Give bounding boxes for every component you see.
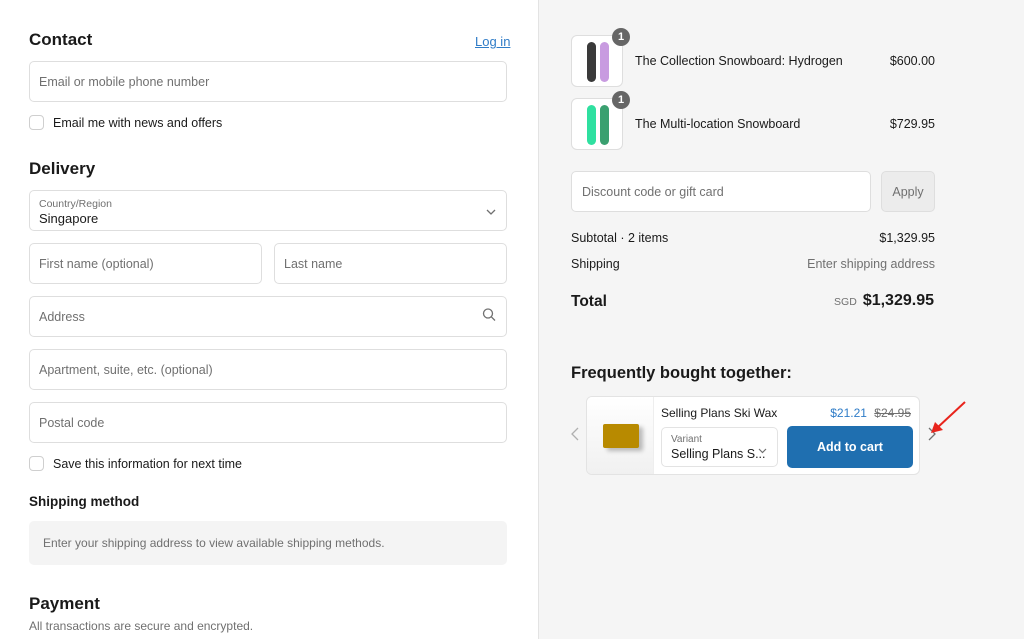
payment-subtitle: All transactions are secure and encrypte… <box>29 619 254 633</box>
apartment-field[interactable]: Apartment, suite, etc. (optional) <box>29 349 507 390</box>
postal-code-placeholder: Postal code <box>39 415 105 430</box>
first-name-field[interactable]: First name (optional) <box>29 243 262 284</box>
ski-wax-image <box>603 424 639 448</box>
sale-price: $21.21 <box>830 406 867 420</box>
email-field[interactable]: Email or mobile phone number <box>29 61 507 102</box>
shipping-method-heading: Shipping method <box>29 494 140 509</box>
product-thumbnail: 1 <box>571 28 630 87</box>
country-select[interactable]: Country/Region Singapore <box>29 190 507 231</box>
newsletter-checkbox[interactable] <box>29 115 44 130</box>
line-item: 1 The Multi-location Snowboard $729.95 <box>571 91 935 150</box>
subtotal-label: Subtotal · 2 items <box>571 231 669 245</box>
upsell-product-name: Selling Plans Ski Wax <box>661 406 778 420</box>
country-label: Country/Region <box>39 198 112 210</box>
line-item-name: The Collection Snowboard: Hydrogen <box>635 54 843 68</box>
subtotal-value: $1,329.95 <box>879 231 935 245</box>
snowboard-image-mint <box>587 105 596 145</box>
product-thumbnail: 1 <box>571 91 630 150</box>
quantity-badge: 1 <box>612 91 630 109</box>
apply-discount-button[interactable]: Apply <box>881 171 935 212</box>
line-item-price: $729.95 <box>889 117 935 131</box>
shipping-label: Shipping <box>571 257 620 271</box>
chevron-down-icon <box>486 202 496 220</box>
postal-code-field[interactable]: Postal code <box>29 402 507 443</box>
save-info-checkbox-row[interactable]: Save this information for next time <box>29 456 242 471</box>
upsell-product-card: Selling Plans Ski Wax $21.21 $24.95 Vari… <box>586 396 920 475</box>
line-item: 1 The Collection Snowboard: Hydrogen $60… <box>571 28 935 87</box>
carousel-prev-arrow[interactable] <box>571 427 579 446</box>
discount-code-input[interactable]: Discount code or gift card <box>571 171 871 212</box>
last-name-placeholder: Last name <box>284 256 343 271</box>
total-value: $1,329.95 <box>862 292 934 309</box>
login-link[interactable]: Log in <box>475 34 510 49</box>
search-icon <box>482 307 496 326</box>
order-summary-panel: 1 The Collection Snowboard: Hydrogen $60… <box>538 0 1024 639</box>
total-amount: SGD $1,329.95 <box>834 292 934 310</box>
payment-heading: Payment <box>29 594 100 613</box>
snowboard-image-purple <box>600 42 609 82</box>
contact-heading: Contact <box>29 30 93 49</box>
newsletter-checkbox-row[interactable]: Email me with news and offers <box>29 115 222 130</box>
first-name-placeholder: First name (optional) <box>39 256 154 271</box>
line-item-price: $600.00 <box>889 54 935 68</box>
subtotal-row: Subtotal · 2 items $1,329.95 <box>571 231 935 245</box>
save-info-checkbox[interactable] <box>29 456 44 471</box>
original-price: $24.95 <box>874 406 911 420</box>
variant-value: Selling Plans S... <box>671 447 766 461</box>
variant-label: Variant <box>671 434 702 445</box>
product-thumbnail <box>587 397 654 474</box>
address-placeholder: Address <box>39 309 85 324</box>
last-name-field[interactable]: Last name <box>274 243 507 284</box>
frequently-bought-heading: Frequently bought together: <box>571 364 792 382</box>
newsletter-label: Email me with news and offers <box>53 115 223 130</box>
discount-placeholder: Discount code or gift card <box>582 184 724 199</box>
country-value: Singapore <box>39 211 99 226</box>
upsell-price: $21.21 $24.95 <box>830 406 911 420</box>
quantity-badge: 1 <box>612 28 630 46</box>
line-item-name: The Multi-location Snowboard <box>635 117 801 131</box>
variant-select[interactable]: Variant Selling Plans S... <box>661 427 778 467</box>
snowboard-image-green <box>600 105 609 145</box>
total-label: Total <box>571 293 607 310</box>
snowboard-image-black <box>587 42 596 82</box>
email-placeholder: Email or mobile phone number <box>39 74 210 89</box>
shipping-method-notice: Enter your shipping address to view avai… <box>29 521 507 565</box>
shipping-row: Shipping Enter shipping address <box>571 257 935 271</box>
apartment-placeholder: Apartment, suite, etc. (optional) <box>39 362 213 377</box>
delivery-heading: Delivery <box>29 159 96 178</box>
checkout-form-panel: Contact Log in Email or mobile phone num… <box>0 0 538 639</box>
save-info-label: Save this information for next time <box>53 456 242 471</box>
chevron-down-icon <box>758 441 767 459</box>
add-to-cart-button[interactable]: Add to cart <box>787 426 913 468</box>
annotation-arrow-icon <box>929 400 969 441</box>
total-currency: SGD <box>834 296 857 308</box>
address-field[interactable]: Address <box>29 296 507 337</box>
shipping-value: Enter shipping address <box>807 257 935 271</box>
